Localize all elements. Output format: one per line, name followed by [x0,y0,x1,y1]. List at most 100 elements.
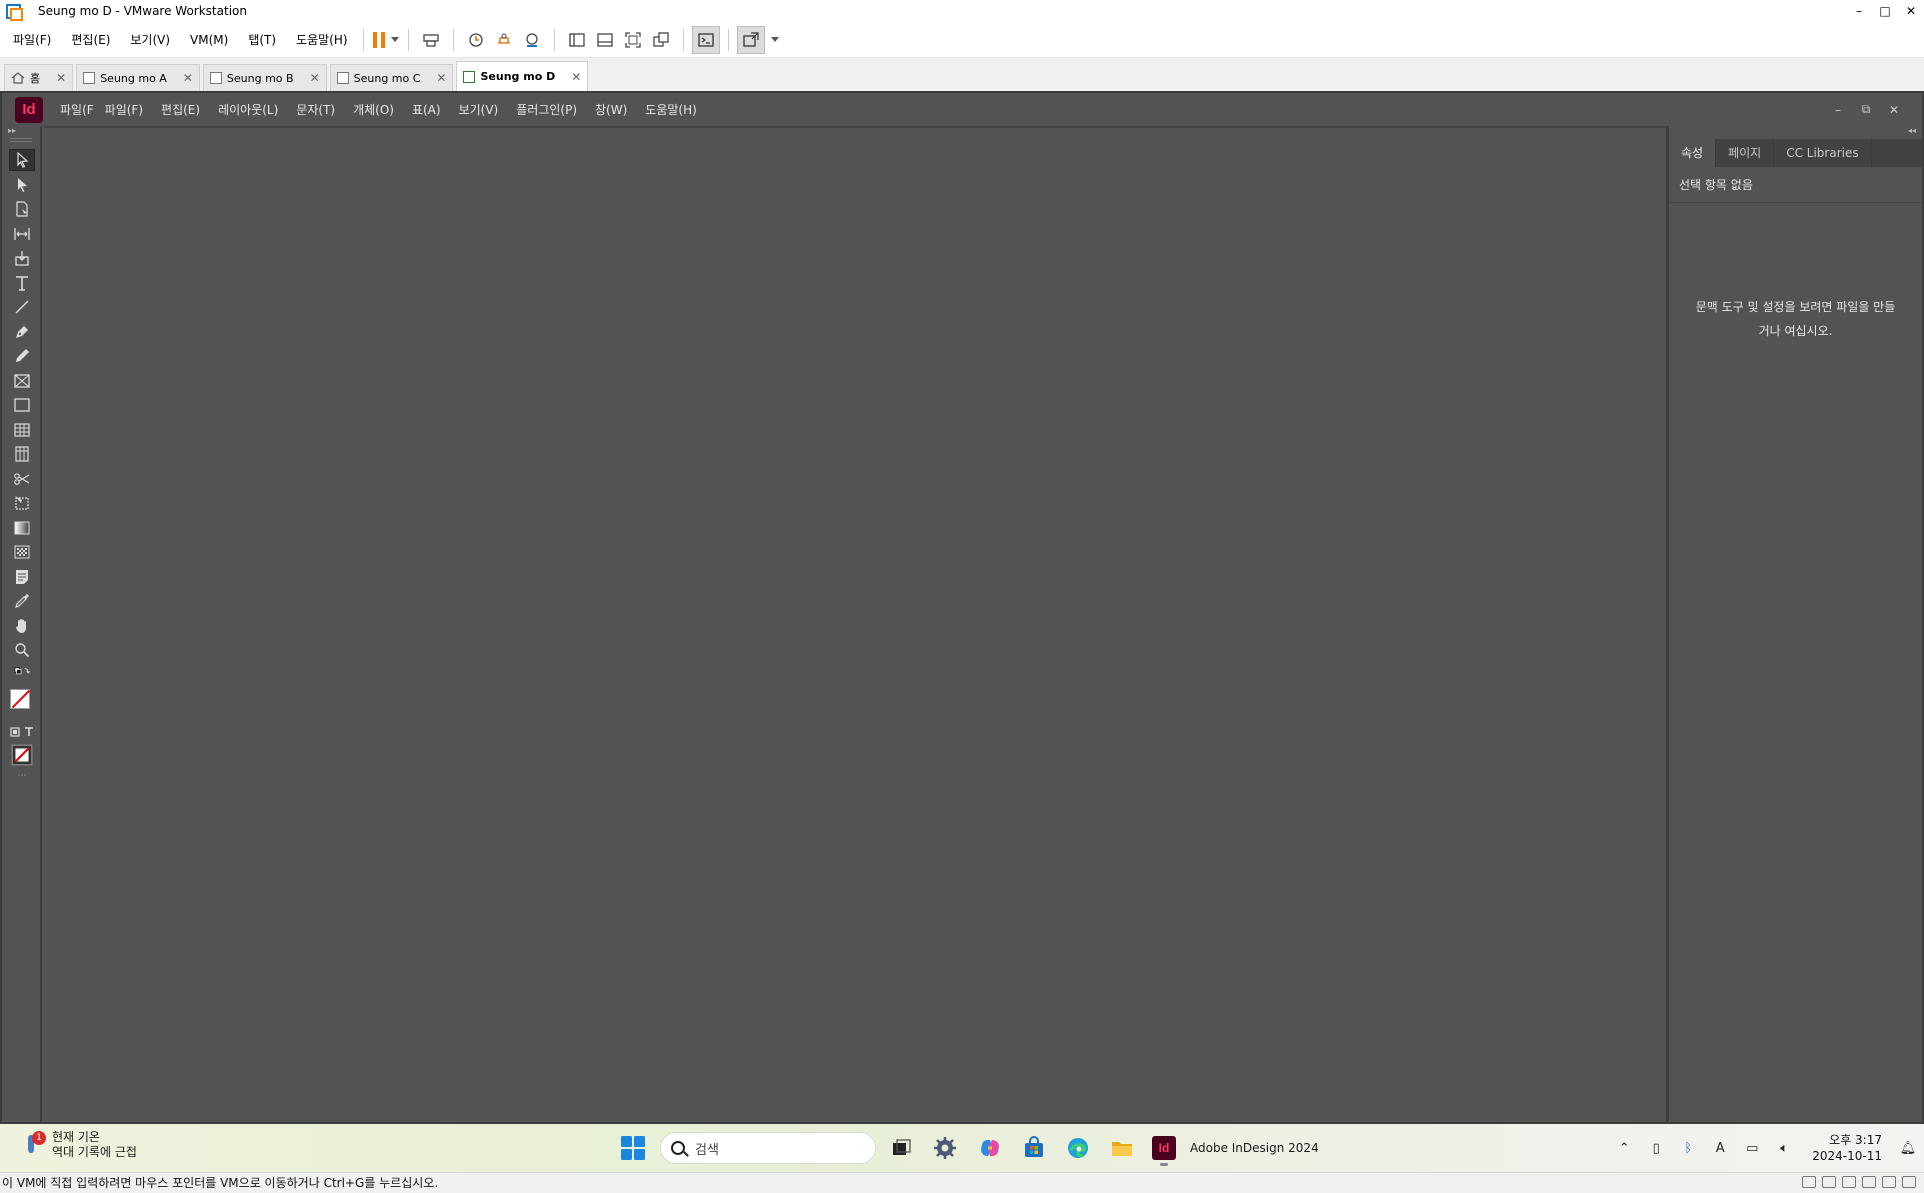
tab-pages[interactable]: 페이지 [1716,139,1775,167]
message-log-icon[interactable] [1882,1176,1896,1188]
id-minimize-button[interactable]: – [1824,103,1852,117]
file-explorer-app[interactable] [1108,1134,1136,1162]
id-close-button[interactable]: ✕ [1880,103,1908,117]
suspend-button[interactable] [372,26,400,54]
free-transform-tool[interactable] [2,491,42,516]
hand-tool[interactable] [2,614,42,639]
tab-seung-mo-c[interactable]: Seung mo C ✕ [329,64,454,91]
id-menu-file[interactable]: 파일(F) [96,101,152,118]
edge-app[interactable] [1064,1134,1092,1162]
console-view-button[interactable] [691,25,720,54]
unity-button[interactable] [647,26,675,54]
id-menu-edit[interactable]: 편집(E) [152,101,209,118]
panel-grip[interactable] [10,138,32,142]
fill-swatch[interactable] [10,688,30,709]
cd-drive-icon[interactable] [1822,1176,1836,1188]
page-tool[interactable] [2,197,42,222]
gradient-swatch-tool[interactable] [2,516,42,541]
default-swap-colors[interactable] [2,663,42,683]
taskbar-indesign-app[interactable]: Id Adobe InDesign 2024 [1152,1130,1319,1166]
hard-disk-icon[interactable] [1802,1176,1816,1188]
note-tool[interactable] [2,565,42,590]
copilot-app[interactable] [976,1134,1004,1162]
store-app[interactable] [1020,1134,1048,1162]
revert-snapshot-button[interactable] [490,26,518,54]
tab-seung-mo-a[interactable]: Seung mo A ✕ [76,64,200,91]
show-library-button[interactable] [563,26,591,54]
show-thumbnail-bar-button[interactable] [591,26,619,54]
sound-card-icon[interactable] [1862,1176,1876,1188]
close-button[interactable]: ✕ [1898,0,1924,22]
grid-tool[interactable] [2,442,42,467]
table-tool[interactable] [2,418,42,443]
selection-tool[interactable] [2,148,42,173]
line-tool[interactable] [2,295,42,320]
rectangle-tool[interactable] [2,393,42,418]
resize-grip-icon[interactable] [1902,1176,1916,1188]
guest-display[interactable]: Id 파일(F 파일(F) 편집(E) 레이아웃(L) 문자(T) 개체(O) … [0,91,1924,1124]
network-icon[interactable]: ▭ [1736,1141,1768,1156]
network-adapter-icon[interactable] [1842,1176,1856,1188]
snapshot-button[interactable] [462,26,490,54]
close-icon[interactable]: ✕ [436,71,446,85]
close-icon[interactable]: ✕ [56,71,66,85]
weather-widget[interactable]: 1 현재 기온 역대 기록에 근접 [22,1130,137,1160]
fill-stroke-swatches[interactable] [2,683,42,723]
zoom-tool[interactable] [2,638,42,663]
vm-menu-file[interactable]: 파일(F) [6,31,58,48]
vm-menu-tabs[interactable]: 탭(T) [241,31,283,48]
bell-icon[interactable]: 🔔︎ [1892,1141,1924,1156]
bluetooth-icon[interactable]: ᛒ [1672,1141,1704,1156]
tab-home[interactable]: 홈 ✕ [4,64,74,91]
gap-tool[interactable] [2,222,42,247]
close-icon[interactable]: ✕ [571,70,581,84]
direct-selection-tool[interactable] [2,173,42,198]
vm-menu-vm[interactable]: VM(M) [183,33,235,47]
maximize-button[interactable]: □ [1872,0,1898,22]
tab-cc-libraries[interactable]: CC Libraries [1774,139,1872,167]
id-menu-plugins[interactable]: 플러그인(P) [507,101,586,118]
content-collector-tool[interactable] [2,246,42,271]
pencil-tool[interactable] [2,344,42,369]
task-view-button[interactable] [887,1134,915,1162]
screen-mode-icon[interactable]: ⋯ [2,769,42,783]
full-screen-button[interactable] [619,26,647,54]
start-button[interactable] [621,1136,645,1160]
id-menu-object[interactable]: 개체(O) [344,101,403,118]
apply-none-button[interactable] [2,741,42,769]
id-menu-layout[interactable]: 레이아웃(L) [209,101,287,118]
gradient-feather-tool[interactable] [2,540,42,565]
document-canvas[interactable] [44,126,1668,1122]
collapse-panel-icon[interactable]: ◂◂ [1669,126,1922,136]
stretch-guest-button[interactable] [736,25,765,54]
tab-seung-mo-b[interactable]: Seung mo B ✕ [202,64,327,91]
id-menu-window[interactable]: 창(W) [586,101,636,118]
collapse-panel-icon[interactable]: ▸▸ [2,126,40,136]
id-menu-view[interactable]: 보기(V) [450,101,508,118]
id-restore-button[interactable]: ⧉ [1852,102,1880,117]
usb-device-icon[interactable]: ▯ [1640,1141,1672,1156]
id-menu-type[interactable]: 문자(T) [287,101,344,118]
type-tool[interactable] [2,271,42,296]
id-menu-file-truncated[interactable]: 파일(F [51,101,96,118]
vm-menu-view[interactable]: 보기(V) [123,31,177,48]
send-ctrl-alt-del-button[interactable] [417,26,445,54]
volume-icon[interactable]: 🔈︎ [1768,1141,1800,1156]
chevron-up-icon[interactable]: ⌃ [1608,1141,1640,1156]
chevron-down-icon[interactable] [770,37,779,42]
tab-properties[interactable]: 속성 [1669,139,1717,167]
rectangle-frame-tool[interactable] [2,369,42,394]
system-clock[interactable]: 오후 3:17 2024-10-11 [1812,1132,1882,1164]
scissors-tool[interactable] [2,467,42,492]
id-menu-help[interactable]: 도움말(H) [636,101,706,118]
close-icon[interactable]: ✕ [183,71,193,85]
vm-menu-edit[interactable]: 편집(E) [64,31,117,48]
minimize-button[interactable]: – [1846,0,1872,22]
close-icon[interactable]: ✕ [310,71,320,85]
pen-tool[interactable] [2,320,42,345]
ime-language-icon[interactable]: A [1704,1141,1736,1156]
settings-app[interactable] [931,1134,959,1162]
eyedropper-tool[interactable] [2,589,42,614]
tab-seung-mo-d[interactable]: Seung mo D ✕ [456,61,589,91]
taskbar-search[interactable]: 검색 [660,1132,876,1164]
